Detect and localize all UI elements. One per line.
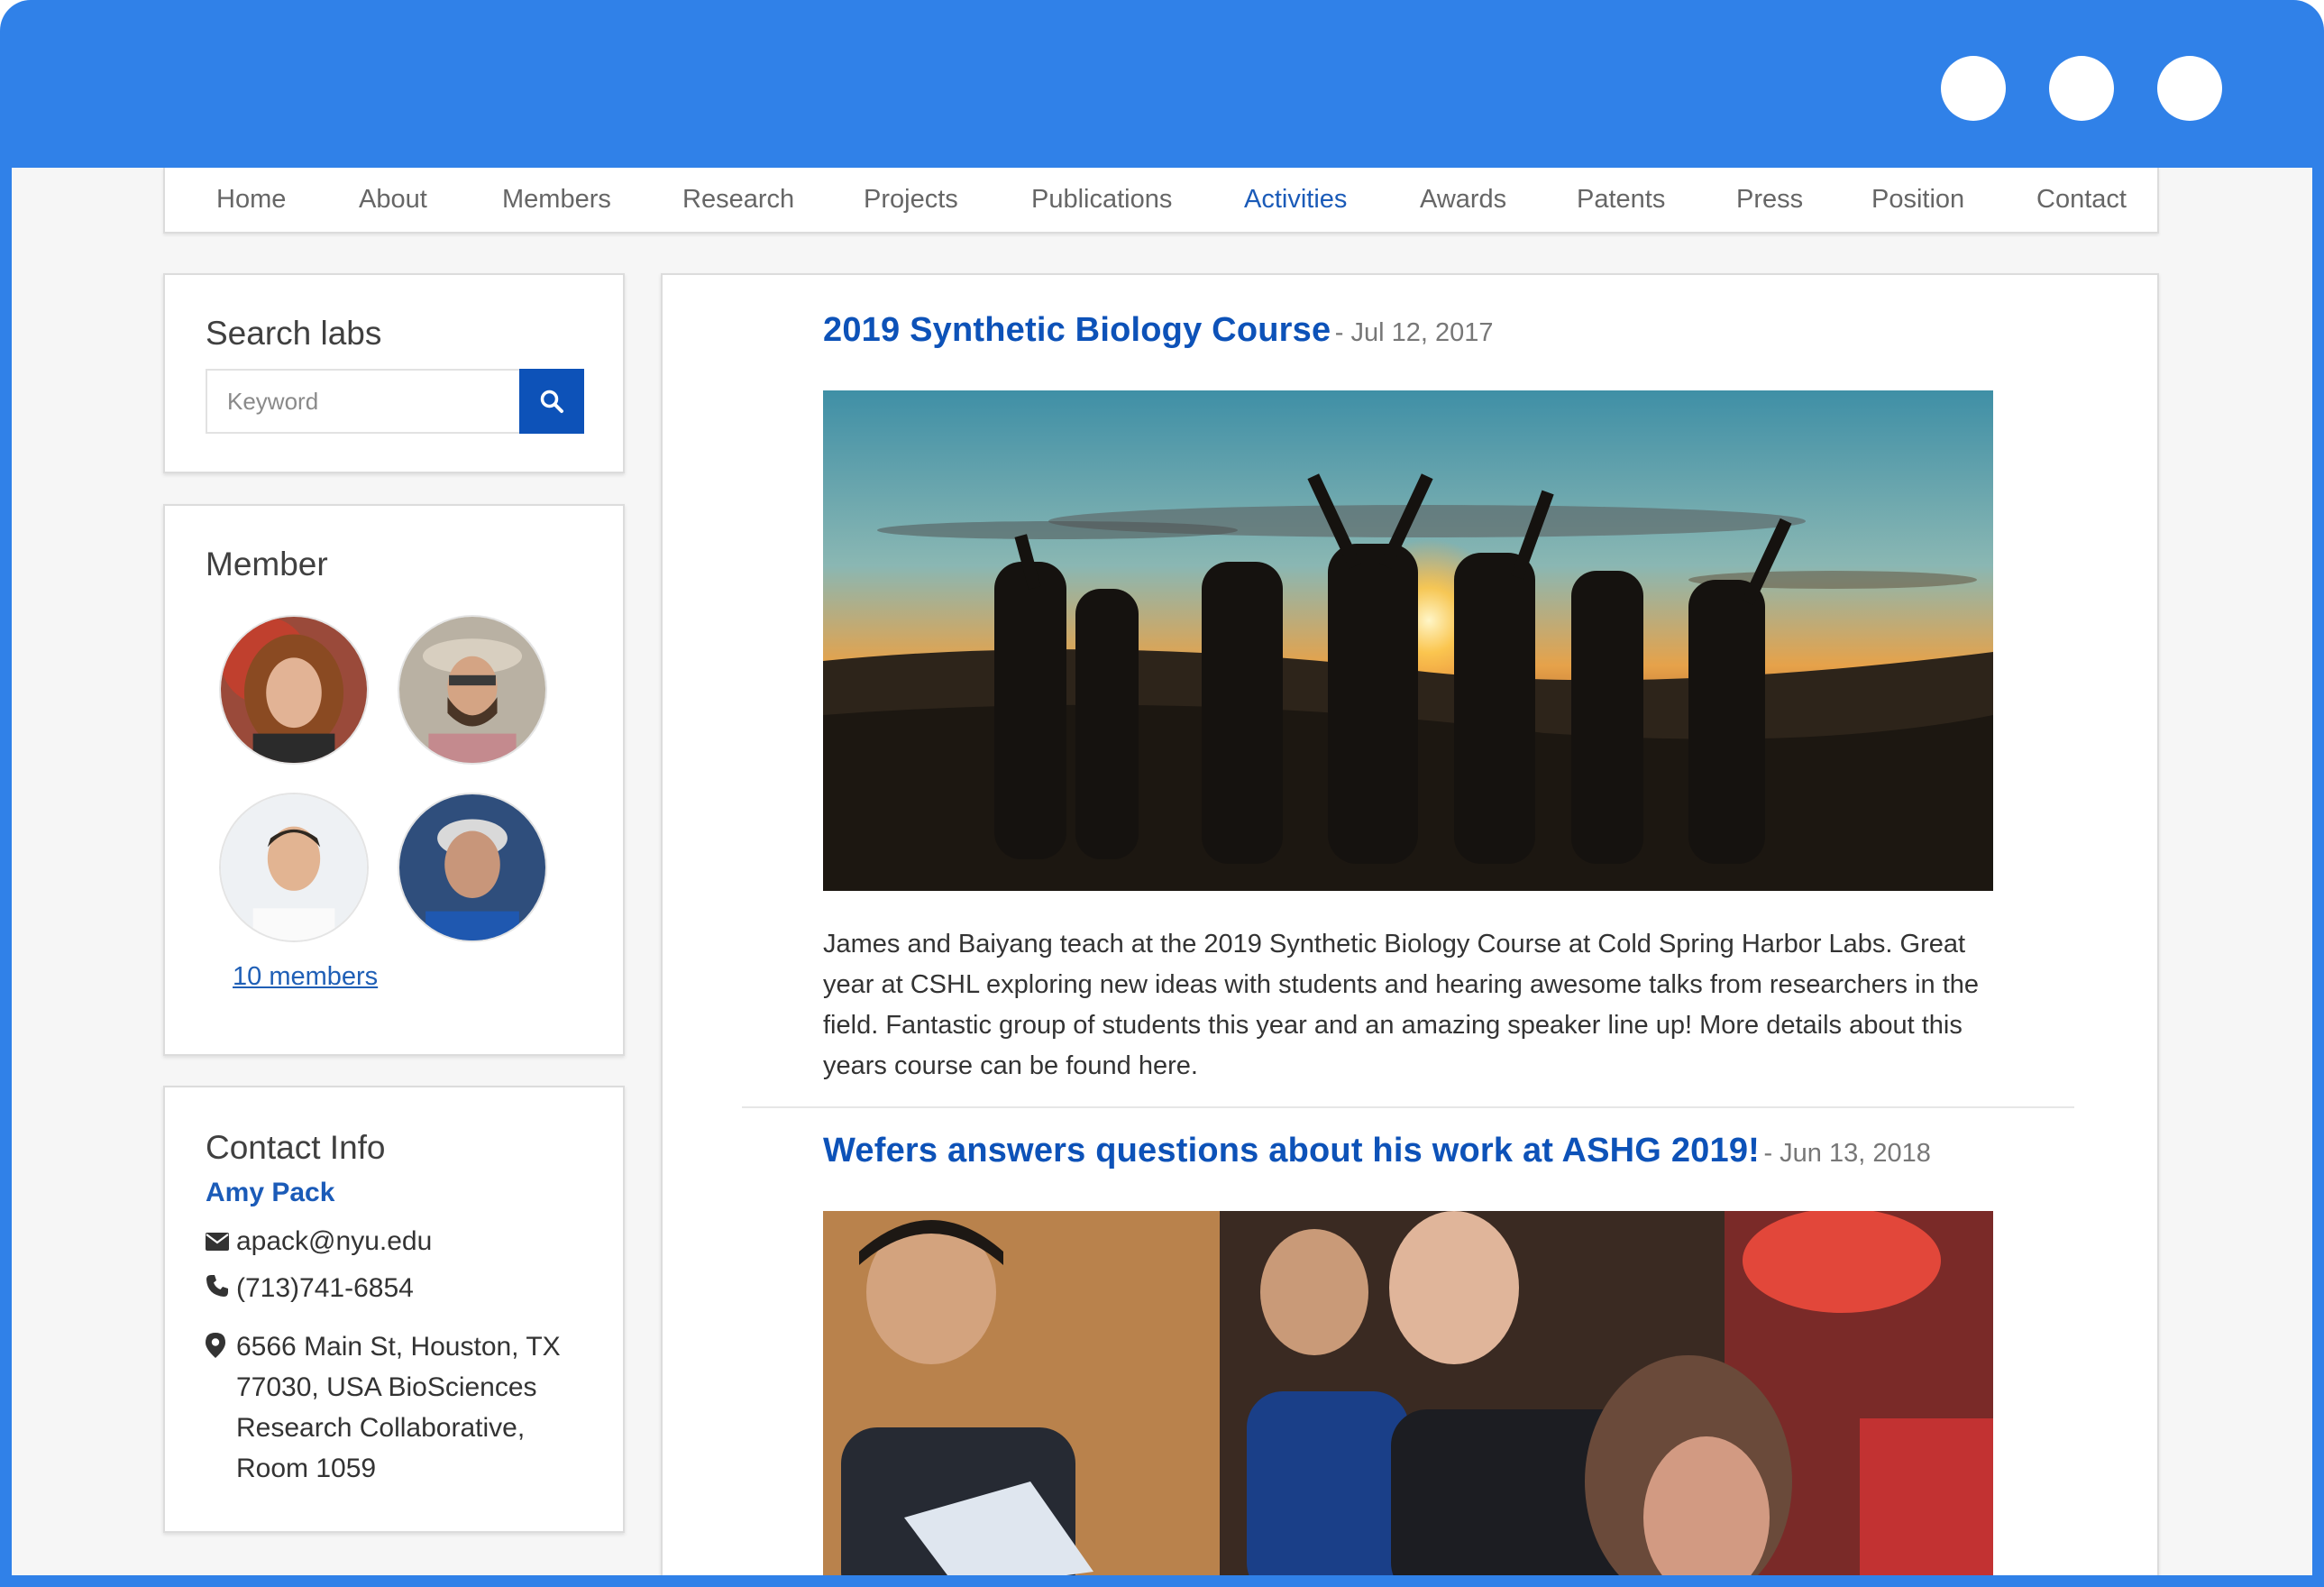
contact-email[interactable]: apack@nyu.edu — [236, 1226, 432, 1256]
map-pin-icon — [206, 1333, 225, 1362]
phone-icon — [206, 1274, 236, 1305]
member-avatar[interactable] — [398, 793, 547, 942]
contact-phone[interactable]: (713)741-6854 — [236, 1273, 414, 1303]
article-date: - Jun 13, 2018 — [1763, 1139, 1931, 1168]
nav-contact[interactable]: Contact — [2036, 168, 2127, 232]
member-avatar[interactable] — [219, 615, 369, 765]
nav-home[interactable]: Home — [216, 168, 286, 232]
member-avatar[interactable] — [219, 793, 369, 942]
nav-patents[interactable]: Patents — [1577, 168, 1665, 232]
member-card: Member 10 members — [163, 504, 625, 1056]
search-button[interactable] — [519, 369, 584, 434]
contact-email-row: apack@nyu.edu — [206, 1226, 432, 1258]
search-card: Search labs — [163, 273, 625, 473]
page-viewport: Home About Members Research Projects Pub… — [12, 168, 2312, 1575]
article-heading: Wefers answers questions about his work … — [823, 1132, 1931, 1170]
nav-research[interactable]: Research — [682, 168, 794, 232]
main-nav: Home About Members Research Projects Pub… — [163, 168, 2159, 234]
window-control-dot[interactable] — [2157, 56, 2222, 121]
nav-press[interactable]: Press — [1736, 168, 1803, 232]
contact-card-title: Contact Info — [206, 1129, 386, 1166]
article-photo-sunset-group[interactable] — [823, 390, 1993, 891]
all-members-link[interactable]: 10 members — [233, 962, 378, 992]
envelope-icon — [206, 1227, 236, 1258]
contact-phone-row: (713)741-6854 — [206, 1273, 414, 1305]
nav-activities[interactable]: Activities — [1244, 168, 1347, 232]
activities-feed: 2019 Synthetic Biology Course - Jul 12, … — [661, 273, 2159, 1575]
article-heading: 2019 Synthetic Biology Course - Jul 12, … — [823, 311, 1493, 350]
browser-window-frame: Home About Members Research Projects Pub… — [0, 0, 2324, 1587]
nav-publications[interactable]: Publications — [1031, 168, 1172, 232]
contact-card: Contact Info Amy Pack apack@nyu.edu (713… — [163, 1086, 625, 1533]
search-icon — [540, 390, 563, 413]
nav-projects[interactable]: Projects — [864, 168, 958, 232]
nav-members[interactable]: Members — [502, 168, 611, 232]
article-title-link[interactable]: 2019 Synthetic Biology Course — [823, 311, 1331, 349]
article-date: - Jul 12, 2017 — [1334, 318, 1494, 347]
member-card-title: Member — [206, 546, 328, 583]
article-photo-conference-audience[interactable] — [823, 1211, 1993, 1575]
contact-name-link[interactable]: Amy Pack — [206, 1178, 334, 1208]
search-input[interactable] — [206, 369, 519, 434]
window-control-dot[interactable] — [1941, 56, 2006, 121]
window-control-dot[interactable] — [2049, 56, 2114, 121]
article-summary: James and Baiyang teach at the 2019 Synt… — [823, 930, 1980, 1080]
member-avatar[interactable] — [398, 615, 547, 765]
nav-about[interactable]: About — [359, 168, 427, 232]
nav-position[interactable]: Position — [1871, 168, 1964, 232]
contact-address: 6566 Main St, Houston, TX 77030, USA Bio… — [236, 1332, 561, 1483]
search-card-title: Search labs — [206, 315, 382, 352]
nav-awards[interactable]: Awards — [1420, 168, 1506, 232]
article-divider — [742, 1106, 2074, 1108]
article-title-link[interactable]: Wefers answers questions about his work … — [823, 1132, 1760, 1170]
